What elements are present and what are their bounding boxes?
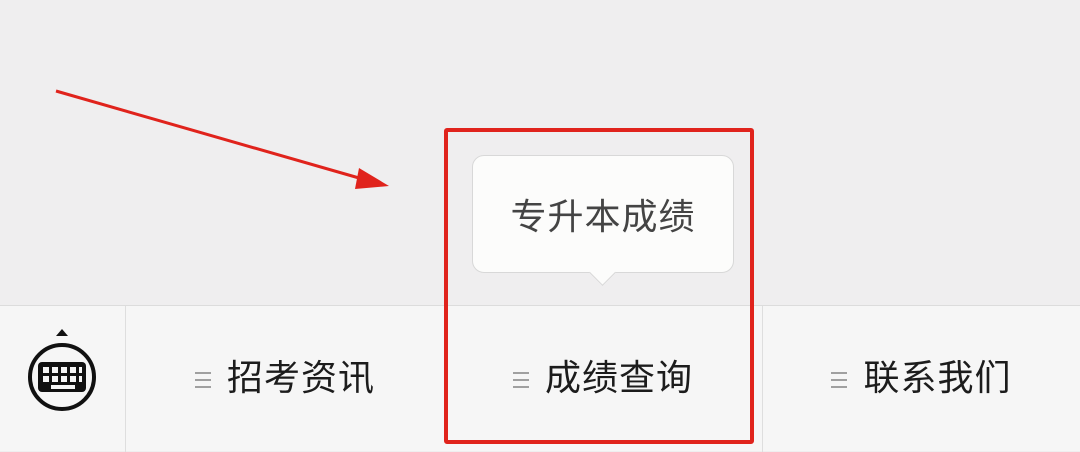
menu-item-label: 联系我们: [863, 358, 1012, 399]
list-icon: [831, 372, 848, 388]
menu-item-score-query[interactable]: 成绩查询: [444, 306, 762, 452]
submenu-item-label: 专升本成绩: [510, 197, 696, 238]
menu-item-label: 招考资讯: [226, 358, 375, 399]
keyboard-icon: [28, 329, 96, 411]
menu-item-admission-news[interactable]: 招考资讯: [126, 306, 444, 452]
list-icon: [512, 372, 529, 388]
submenu-item-upgrade-score[interactable]: 专升本成绩: [472, 155, 734, 286]
keyboard-toggle-button[interactable]: [0, 306, 126, 452]
list-icon: [194, 372, 211, 388]
menu-item-label: 成绩查询: [544, 358, 693, 399]
menu-item-contact-us[interactable]: 联系我们: [762, 306, 1080, 452]
menu-bar: 招考资讯 成绩查询 联系我们: [0, 305, 1080, 452]
